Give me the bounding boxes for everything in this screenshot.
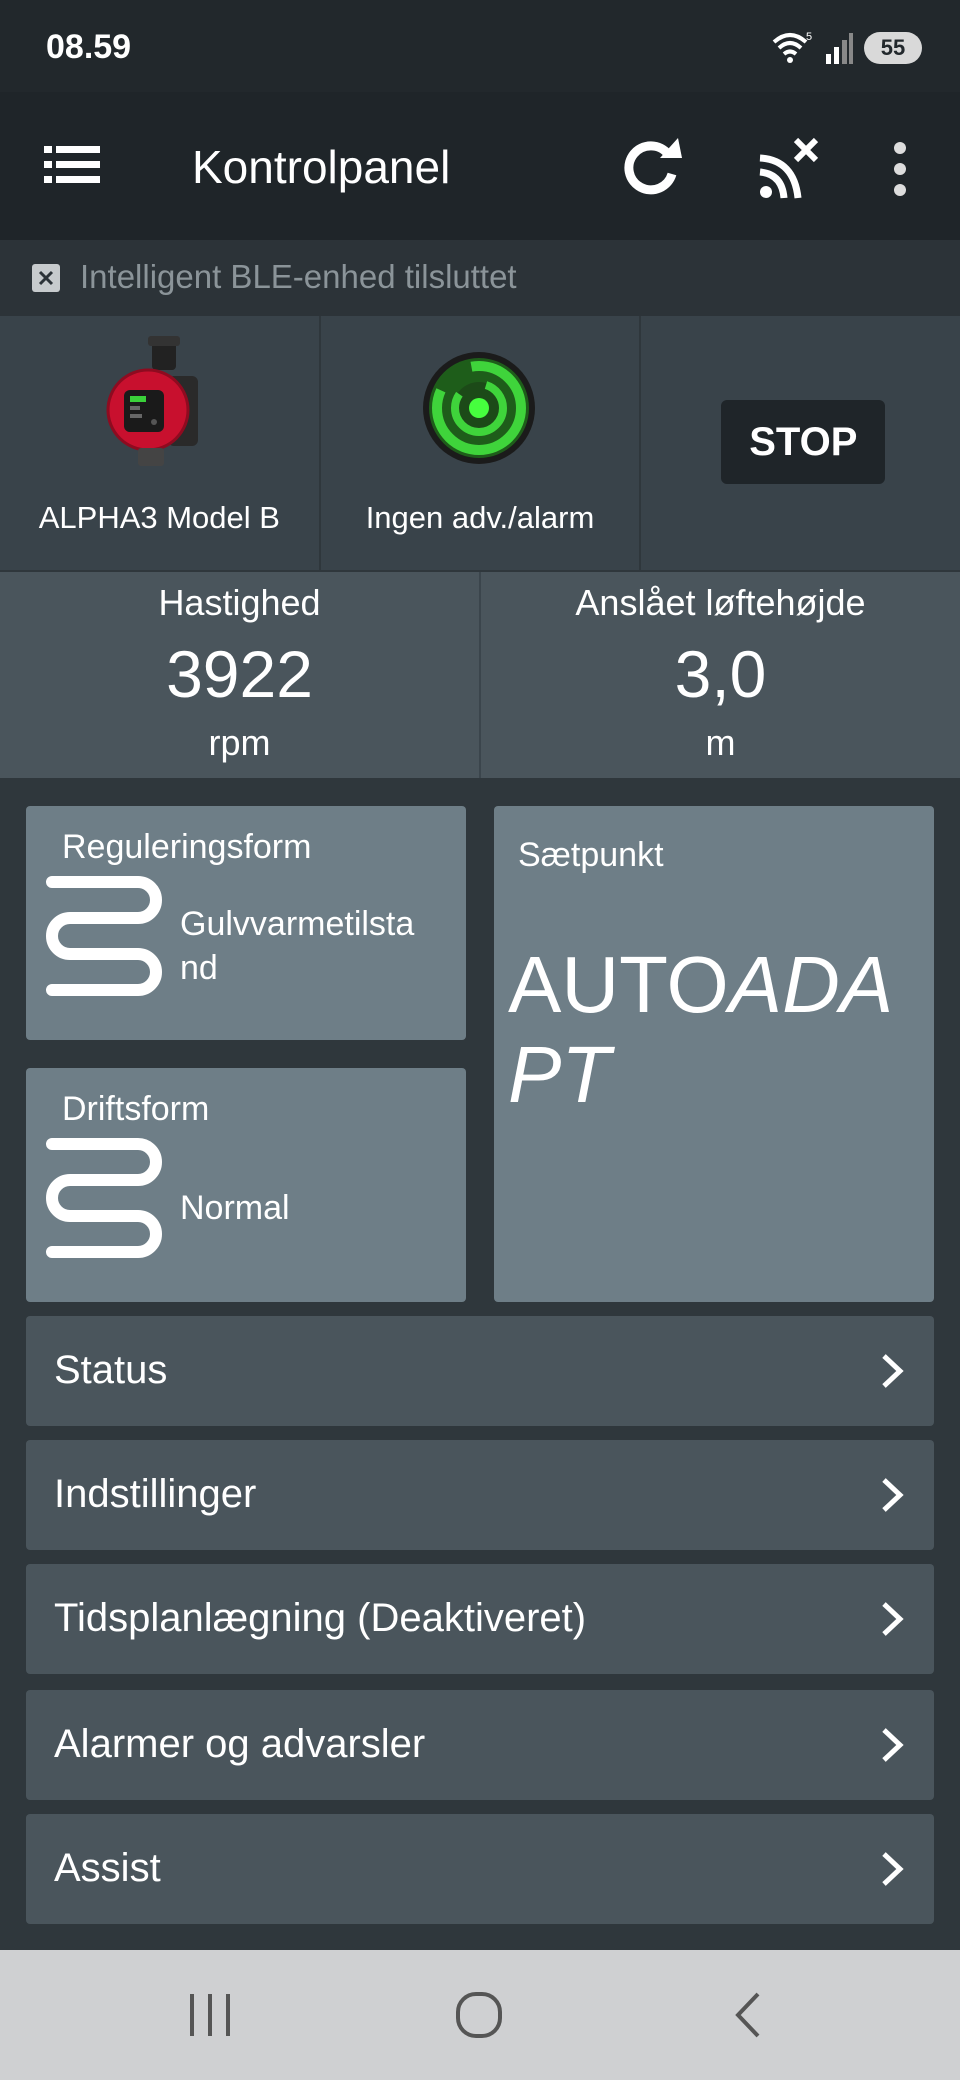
stop-cell: STOP	[641, 316, 960, 570]
close-banner-icon[interactable]	[32, 264, 60, 292]
setpoint-label: Sætpunkt	[518, 836, 664, 874]
chevron-right-icon	[882, 1852, 904, 1886]
system-icons: 5 55	[770, 28, 922, 68]
underfloor-heating-icon	[46, 876, 162, 996]
nav-item-alarms[interactable]: Alarmer og advarsler	[26, 1690, 934, 1800]
speed-metric: Hastighed 3922 rpm	[0, 572, 481, 778]
head-unit: m	[705, 722, 736, 763]
control-mode-tile[interactable]: Reguleringsform Gulvvarmetilsta nd	[26, 806, 466, 1040]
setpoint-tile[interactable]: Sætpunkt AUTOADAPT	[494, 806, 934, 1302]
nav-item-status[interactable]: Status	[26, 1316, 934, 1426]
nav-item-label: Assist	[54, 1846, 161, 1890]
status-ok-indicator-icon	[422, 352, 535, 464]
nav-item-assist[interactable]: Assist	[26, 1814, 934, 1924]
nav-item-label: Indstillinger	[54, 1472, 257, 1516]
device-overview: ALPHA3 Model B Ingen adv./alarm STOP	[0, 316, 960, 570]
wifi-icon: 5	[772, 31, 812, 63]
operating-mode-label: Driftsform	[62, 1090, 210, 1128]
operating-mode-value: Normal	[180, 1189, 290, 1227]
list-menu-icon[interactable]	[44, 140, 100, 190]
chevron-right-icon	[882, 1354, 904, 1388]
nav-item-label: Alarmer og advarsler	[54, 1722, 426, 1766]
pump-image	[106, 336, 198, 466]
more-options-icon[interactable]	[880, 134, 920, 204]
speed-value: 3922	[166, 637, 313, 711]
head-label: Anslået løftehøjde	[575, 582, 866, 623]
metrics-panel: Hastighed 3922 rpm Anslået løftehøjde 3,…	[0, 572, 960, 778]
app-bar: Kontrolpanel	[0, 92, 960, 240]
alarm-status-label: Ingen adv./alarm	[365, 500, 595, 535]
head-value: 3,0	[674, 637, 767, 711]
system-navigation-bar	[0, 1950, 960, 2080]
clock: 08.59	[46, 28, 132, 66]
control-mode-value: Gulvvarmetilsta nd	[180, 905, 415, 987]
nav-item-label: Status	[54, 1348, 168, 1392]
underfloor-heating-icon	[46, 1138, 162, 1258]
speed-label: Hastighed	[158, 582, 321, 623]
nav-item-label: Tidsplanlægning (Deaktiveret)	[54, 1596, 587, 1640]
speed-unit: rpm	[208, 722, 271, 763]
status-bar: 08.59 5 55	[0, 0, 960, 92]
home-icon[interactable]	[454, 1990, 504, 2040]
pump-model-cell[interactable]: ALPHA3 Model B	[0, 316, 321, 570]
connection-status-text: Intelligent BLE-enhed tilsluttet	[80, 258, 517, 295]
battery-indicator: 55	[864, 32, 922, 64]
back-icon[interactable]	[728, 1990, 768, 2040]
page-title: Kontrolpanel	[192, 141, 451, 193]
svg-text:5: 5	[806, 31, 812, 43]
remote-disconnect-icon[interactable]	[754, 134, 824, 204]
chevron-right-icon	[882, 1602, 904, 1636]
control-mode-label: Reguleringsform	[62, 828, 312, 866]
nav-item-settings[interactable]: Indstillinger	[26, 1440, 934, 1550]
refresh-icon[interactable]	[616, 132, 686, 202]
head-metric: Anslået løftehøjde 3,0 m	[481, 572, 960, 778]
connection-banner: Intelligent BLE-enhed tilsluttet	[0, 240, 960, 316]
alarm-status-cell[interactable]: Ingen adv./alarm	[321, 316, 642, 570]
chevron-right-icon	[882, 1478, 904, 1512]
recent-apps-icon[interactable]	[186, 1992, 234, 2038]
stop-button[interactable]: STOP	[721, 400, 886, 484]
operating-mode-tile[interactable]: Driftsform Normal	[26, 1068, 466, 1302]
chevron-right-icon	[882, 1728, 904, 1762]
nav-item-scheduling[interactable]: Tidsplanlægning (Deaktiveret)	[26, 1564, 934, 1674]
pump-model-label: ALPHA3 Model B	[38, 500, 280, 535]
setpoint-value: AUTOADAPT	[508, 940, 894, 1119]
signal-icon	[826, 33, 853, 64]
